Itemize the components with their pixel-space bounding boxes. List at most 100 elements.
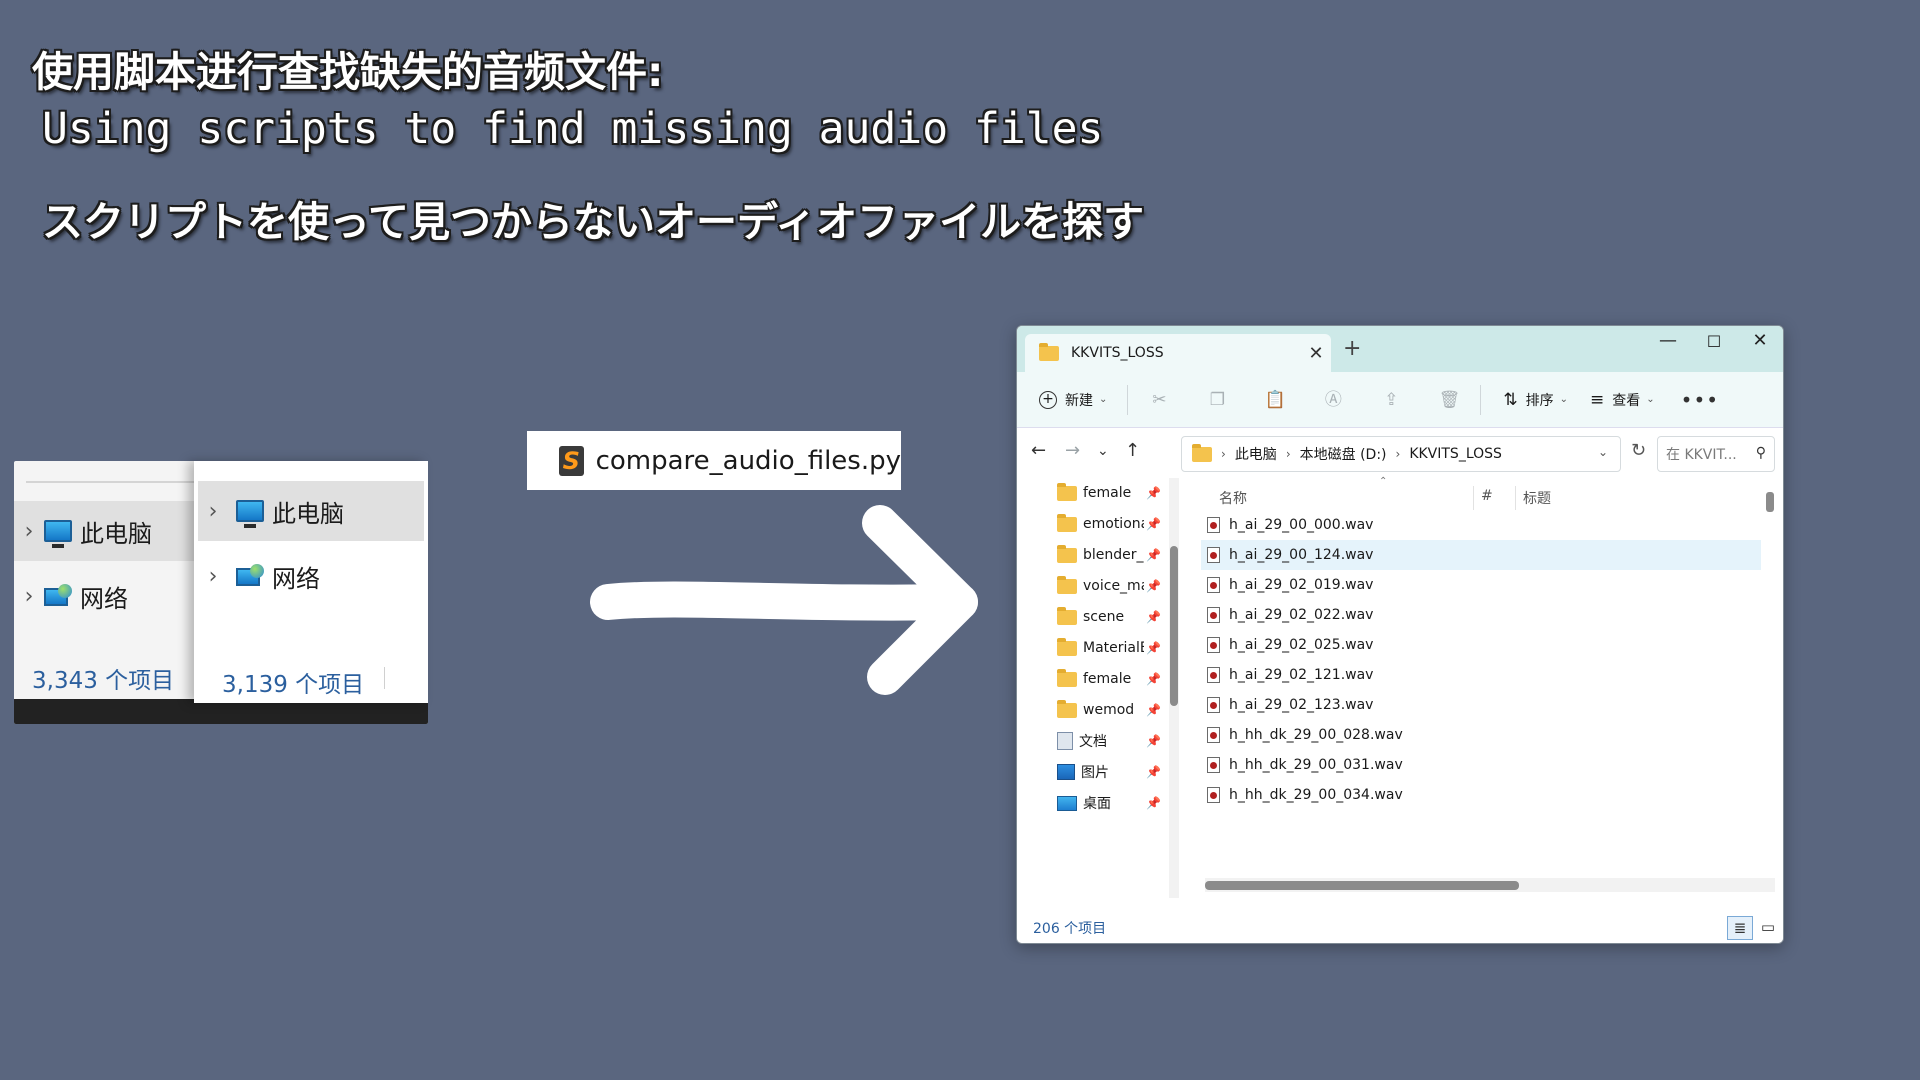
file-row[interactable]: h_ai_29_02_022.wav xyxy=(1201,600,1761,630)
column-divider[interactable] xyxy=(1473,486,1474,510)
close-tab-icon[interactable]: ✕ xyxy=(1301,343,1331,364)
sidebar-item-label: 桌面 xyxy=(1083,796,1111,812)
scrollbar-thumb[interactable] xyxy=(1170,546,1178,706)
sort-button[interactable]: ⇅ 排序 ⌄ xyxy=(1503,390,1568,410)
chevron-right-icon[interactable]: › xyxy=(14,519,44,544)
details-view-icon[interactable]: ≣ xyxy=(1727,916,1753,940)
network-icon xyxy=(44,584,72,608)
file-row[interactable]: h_ai_29_02_019.wav xyxy=(1201,570,1761,600)
file-row[interactable]: h_hh_dk_29_00_028.wav xyxy=(1201,720,1761,750)
file-row[interactable]: h_ai_29_02_121.wav xyxy=(1201,660,1761,690)
chevron-down-icon: ⌄ xyxy=(1559,394,1569,405)
pin-icon: 📌 xyxy=(1146,672,1161,686)
sublime-text-icon: S xyxy=(559,445,584,476)
file-list-horizontal-scrollbar[interactable] xyxy=(1205,878,1775,892)
sidebar-item-label: female xyxy=(1083,485,1132,501)
sidebar-item-blender[interactable]: blender_p 📌 xyxy=(1057,540,1161,570)
file-name: h_ai_29_02_121.wav xyxy=(1229,667,1374,683)
divider xyxy=(26,481,206,483)
sidebar-item-female-2[interactable]: female 📌 xyxy=(1057,664,1161,694)
documents-icon xyxy=(1057,732,1073,750)
minimize-button[interactable]: — xyxy=(1645,330,1691,351)
more-options-icon[interactable]: ••• xyxy=(1681,388,1719,412)
view-button[interactable]: ≡ 查看 ⌄ xyxy=(1590,390,1655,410)
file-row[interactable]: h_ai_29_00_000.wav xyxy=(1201,510,1761,540)
back-arrow-icon[interactable]: ← xyxy=(1031,440,1046,461)
file-row[interactable]: h_hh_dk_29_00_031.wav xyxy=(1201,750,1761,780)
item-count: 3,139 个项目 xyxy=(222,672,365,698)
breadcrumb-folder[interactable]: KKVITS_LOSS xyxy=(1409,446,1502,462)
tab-kkvits-loss[interactable]: KKVITS_LOSS ✕ xyxy=(1025,334,1331,372)
cut-icon[interactable]: ✂ xyxy=(1148,389,1170,411)
chevron-down-icon[interactable]: ⌄ xyxy=(1598,445,1608,459)
up-arrow-icon[interactable]: ↑ xyxy=(1125,440,1140,461)
recent-chevron-icon[interactable]: ⌄ xyxy=(1097,443,1109,459)
delete-icon[interactable]: 🗑 xyxy=(1438,389,1461,411)
search-input[interactable]: 在 KKVIT... ⚲ xyxy=(1657,436,1775,472)
navigation-pane: female 📌 emotional 📌 blender_p 📌 voice_m… xyxy=(1017,478,1165,898)
wav-file-icon xyxy=(1207,547,1220,563)
chevron-right-icon[interactable]: › xyxy=(198,499,228,524)
close-window-button[interactable]: ✕ xyxy=(1737,330,1783,351)
column-header-name[interactable]: 名称 xyxy=(1219,488,1247,508)
sidebar-item-emotional[interactable]: emotional 📌 xyxy=(1057,509,1161,539)
sidebar-item-label: voice_ma xyxy=(1083,578,1145,594)
maximize-button[interactable]: ☐ xyxy=(1691,332,1737,351)
tiles-view-icon[interactable]: ▭ xyxy=(1755,916,1781,940)
caption-chinese: 使用脚本进行查找缺失的音频文件: xyxy=(32,48,664,96)
script-file-label: S compare_audio_files.py xyxy=(527,431,901,490)
address-bar[interactable]: › 此电脑 › 本地磁盘 (D:) › KKVITS_LOSS ⌄ xyxy=(1181,436,1621,472)
tab-title: KKVITS_LOSS xyxy=(1071,345,1164,361)
folder-icon xyxy=(1057,699,1077,718)
sidebar-scrollbar[interactable] xyxy=(1169,478,1179,898)
sort-icon: ⇅ xyxy=(1503,389,1518,410)
breadcrumb-drive-d[interactable]: 本地磁盘 (D:) xyxy=(1300,444,1387,464)
chevron-right-icon[interactable]: › xyxy=(14,584,44,609)
sidebar-item-voice[interactable]: voice_ma 📌 xyxy=(1057,571,1161,601)
rename-icon[interactable]: Ⓐ xyxy=(1322,389,1344,411)
sort-button-label: 排序 xyxy=(1525,392,1554,409)
forward-arrow-icon[interactable]: → xyxy=(1065,440,1080,461)
chevron-right-icon: › xyxy=(1395,447,1401,461)
file-row[interactable]: h_ai_29_02_123.wav xyxy=(1201,690,1761,720)
file-name: h_ai_29_00_124.wav xyxy=(1229,547,1374,563)
pin-icon: 📌 xyxy=(1146,548,1161,562)
nav-item-network[interactable]: › 网络 xyxy=(14,566,194,626)
sidebar-item-scene[interactable]: scene 📌 xyxy=(1057,602,1161,632)
nav-item-this-pc[interactable]: › 此电脑 xyxy=(14,501,194,561)
nav-item-this-pc[interactable]: › 此电脑 xyxy=(198,481,424,541)
pin-icon: 📌 xyxy=(1146,579,1161,593)
scrollbar-thumb[interactable] xyxy=(1205,881,1519,890)
column-header-number[interactable]: # xyxy=(1481,488,1493,504)
breadcrumb-this-pc[interactable]: 此电脑 xyxy=(1235,444,1277,464)
file-row-selected[interactable]: h_ai_29_00_124.wav xyxy=(1201,540,1761,570)
new-tab-button[interactable]: + xyxy=(1343,336,1361,361)
chevron-right-icon[interactable]: › xyxy=(198,564,228,589)
column-header-title[interactable]: 标题 xyxy=(1523,488,1551,508)
wav-file-icon xyxy=(1207,577,1220,593)
copy-icon[interactable]: ❐ xyxy=(1206,389,1228,411)
nav-item-network[interactable]: › 网络 xyxy=(198,546,424,606)
file-name: h_hh_dk_29_00_031.wav xyxy=(1229,757,1403,773)
new-button[interactable]: + 新建 ⌄ xyxy=(1039,390,1107,410)
folder-icon xyxy=(1057,668,1077,687)
sidebar-item-material[interactable]: MaterialE 📌 xyxy=(1057,633,1161,663)
refresh-icon[interactable]: ↻ xyxy=(1631,440,1646,461)
paste-icon[interactable]: 📋 xyxy=(1264,389,1286,411)
scrollbar-thumb[interactable] xyxy=(1766,492,1774,512)
file-list-vertical-scrollbar[interactable] xyxy=(1765,488,1775,808)
sidebar-item-label: 图片 xyxy=(1081,765,1109,781)
file-row[interactable]: h_ai_29_02_025.wav xyxy=(1201,630,1761,660)
sidebar-item-desktop[interactable]: 桌面 📌 xyxy=(1057,788,1161,818)
sidebar-item-pictures[interactable]: 图片 📌 xyxy=(1057,757,1161,787)
column-divider[interactable] xyxy=(1515,486,1516,510)
sidebar-item-female[interactable]: female 📌 xyxy=(1057,478,1161,508)
sidebar-item-label: scene xyxy=(1083,609,1125,625)
sidebar-item-documents[interactable]: 文档 📌 xyxy=(1057,726,1161,756)
share-icon[interactable]: ⇪ xyxy=(1380,389,1402,411)
sidebar-item-wemod[interactable]: wemod 📌 xyxy=(1057,695,1161,725)
wav-file-icon xyxy=(1207,517,1220,533)
file-name: h_ai_29_02_025.wav xyxy=(1229,637,1374,653)
file-row[interactable]: h_hh_dk_29_00_034.wav xyxy=(1201,780,1761,810)
folder-icon xyxy=(1057,482,1077,501)
